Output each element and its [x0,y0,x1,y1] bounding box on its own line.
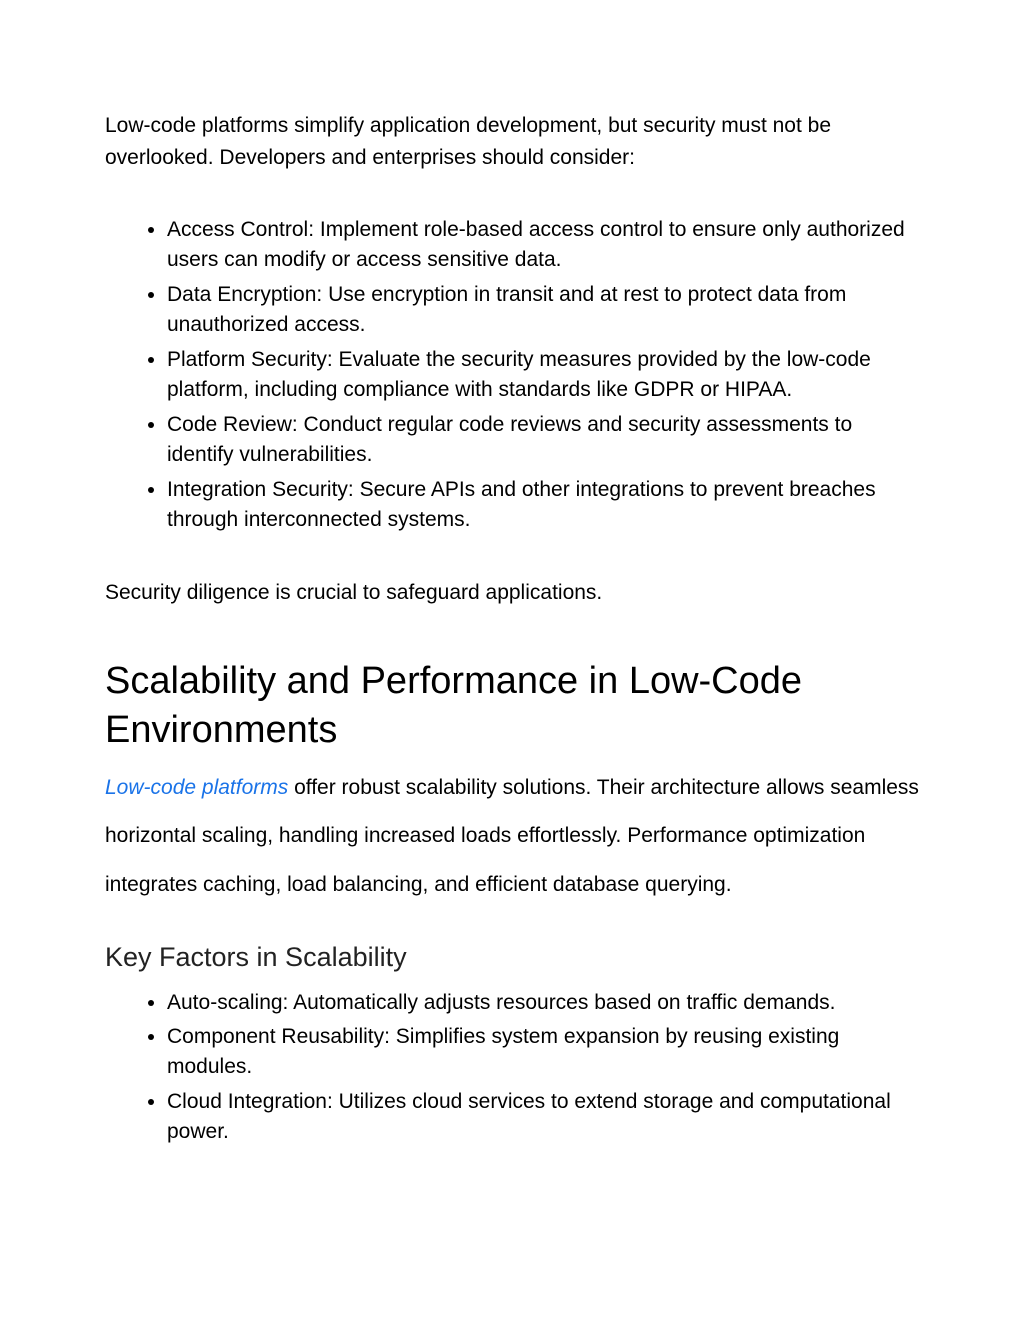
list-item: Auto-scaling: Automatically adjusts reso… [167,988,919,1018]
list-item: Cloud Integration: Utilizes cloud servic… [167,1087,919,1148]
closing-paragraph: Security diligence is crucial to safegua… [105,577,919,609]
list-item: Component Reusability: Simplifies system… [167,1022,919,1083]
list-item: Access Control: Implement role-based acc… [167,215,919,276]
list-item: Code Review: Conduct regular code review… [167,410,919,471]
list-item: Platform Security: Evaluate the security… [167,345,919,406]
section-heading: Scalability and Performance in Low-Code … [105,657,919,754]
subheading: Key Factors in Scalability [105,937,919,978]
low-code-platforms-link[interactable]: Low-code platforms [105,776,288,799]
intro-paragraph: Low-code platforms simplify application … [105,110,919,173]
list-item: Data Encryption: Use encryption in trans… [167,280,919,341]
scalability-factors-list: Auto-scaling: Automatically adjusts reso… [105,988,919,1148]
security-considerations-list: Access Control: Implement role-based acc… [105,215,919,535]
body-paragraph: Low-code platforms offer robust scalabil… [105,764,919,909]
list-item: Integration Security: Secure APIs and ot… [167,475,919,536]
